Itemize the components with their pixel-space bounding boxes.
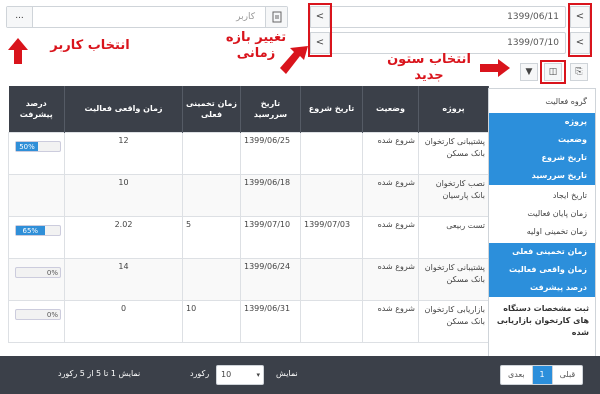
column-menu-item[interactable]: زمان پایان فعالیت — [489, 205, 595, 223]
table-row[interactable]: 0% 0 10 1399/06/31 شروع شده بازاریابی کارتخوا… — [8, 299, 489, 343]
cell-due-date: 1399/06/18 — [240, 173, 301, 217]
cell-actual-time: 2.02 — [64, 215, 183, 259]
cell-project: تست ربیعی — [418, 215, 489, 259]
records-summary: نمایش 1 تا 5 از 5 رکورد — [58, 369, 141, 378]
activity-table: درصد پیشرفت زمان واقعی فعالیت زمان تخمین… — [8, 86, 489, 343]
header-est-time[interactable]: زمان تخمینی فعلی — [182, 86, 241, 132]
cell-due-date: 1399/06/31 — [240, 299, 301, 343]
progress-fill: 65% — [16, 225, 45, 235]
progress-fill: 50% — [16, 141, 38, 151]
cell-status: شروع شده — [362, 299, 419, 343]
cell-project: پشتیبانی کارتخوان بانک مسکن — [418, 257, 489, 301]
cell-est-time — [182, 131, 241, 175]
columns-icon[interactable]: ◫ — [544, 63, 562, 81]
column-menu-item[interactable]: تاریخ شروع — [489, 149, 595, 167]
pagination: بعدی 1 قبلی — [500, 365, 584, 385]
column-menu-item[interactable]: تاریخ ایجاد — [489, 187, 595, 205]
table-row[interactable]: 65% 2.02 5 1399/07/10 1399/07/03 شروع شده تست … — [8, 215, 489, 259]
header-start-date[interactable]: تاریخ شروع — [300, 86, 363, 132]
progress-bar: 50% — [15, 140, 61, 152]
cell-est-time — [182, 257, 241, 301]
arrow-right-icon — [480, 59, 510, 77]
chevron-down-icon: ▾ — [256, 371, 260, 379]
cell-due-date: 1399/06/25 — [240, 131, 301, 175]
user-filter-field[interactable]: ... کاربر — [6, 6, 288, 28]
cell-progress: 50% — [8, 131, 65, 175]
table-row[interactable]: 50% 12 1399/06/25 شروع شده پشتیبانی کارتخوان… — [8, 131, 489, 175]
header-progress[interactable]: درصد پیشرفت — [8, 86, 65, 132]
document-icon — [265, 7, 287, 27]
user-filter-placeholder: کاربر — [236, 12, 255, 22]
date-to-field[interactable]: 1399/07/10 — [330, 32, 566, 54]
cell-due-date: 1399/06/24 — [240, 257, 301, 301]
cell-project: نصب کارتخوان بانک پارسیان — [418, 173, 489, 217]
header-project[interactable]: پروژه — [418, 86, 489, 132]
show-label: نمایش — [276, 369, 298, 378]
column-menu-item[interactable]: زمان واقعی فعالیت — [489, 261, 595, 279]
cell-est-time: 10 — [182, 299, 241, 343]
page-size-value: 10 — [221, 370, 232, 379]
column-menu: گروه فعالیت پروژه وضعیت تاریخ شروع تاریخ سرر… — [488, 88, 596, 358]
table-footer: بعدی 1 قبلی نمایش 10 ▾ رکورد نمایش 1 تا … — [0, 356, 600, 394]
cell-start-date — [300, 131, 363, 175]
header-status[interactable]: وضعیت — [362, 86, 419, 132]
date-prev-highlight — [308, 3, 332, 57]
records-label: رکورد — [190, 369, 210, 378]
progress-label: 0% — [46, 268, 58, 277]
cell-start-date — [300, 257, 363, 301]
pager-current-page[interactable]: 1 — [532, 366, 553, 384]
header-actual-time[interactable]: زمان واقعی فعالیت — [64, 86, 183, 132]
cell-progress: 65% — [8, 215, 65, 259]
column-menu-note: ثبت مشخصات دستگاه های کارتخوان بازاریابی… — [496, 304, 589, 337]
pager-prev-button[interactable]: قبلی — [553, 366, 583, 384]
export-icon[interactable]: ⎘ — [570, 63, 588, 81]
cell-actual-time: 10 — [64, 173, 183, 217]
column-menu-item[interactable]: پروژه — [489, 113, 595, 131]
cell-progress: 0% — [8, 257, 65, 301]
date-from-field[interactable]: 1399/06/11 — [330, 6, 566, 28]
progress-bar: 0% — [15, 308, 61, 320]
annotation-select-user: انتخاب کاربر — [50, 38, 130, 53]
user-more-button[interactable]: ... — [7, 7, 33, 27]
cell-status: شروع شده — [362, 257, 419, 301]
page-size-select[interactable]: 10 ▾ — [216, 365, 264, 385]
date-to-value: 1399/07/10 — [507, 38, 559, 48]
cell-actual-time: 12 — [64, 131, 183, 175]
cell-actual-time: 14 — [64, 257, 183, 301]
cell-est-time — [182, 173, 241, 217]
cell-status: شروع شده — [362, 131, 419, 175]
cell-project: بازاریابی کارتخوان بانک مسکن — [418, 299, 489, 343]
column-menu-item[interactable]: زمان تخمینی فعلی — [489, 243, 595, 261]
arrow-diagonal-icon — [280, 46, 308, 74]
pager-next-button[interactable]: بعدی — [501, 366, 533, 384]
cell-due-date: 1399/07/10 — [240, 215, 301, 259]
cell-start-date: 1399/07/03 — [300, 215, 363, 259]
cell-start-date — [300, 299, 363, 343]
cell-progress — [8, 173, 65, 217]
date-from-value: 1399/06/11 — [507, 12, 559, 22]
table-row[interactable]: 0% 14 1399/06/24 شروع شده پشتیبانی کارتخوان … — [8, 257, 489, 301]
filter-icon[interactable]: ▼ — [520, 63, 538, 81]
cell-start-date — [300, 173, 363, 217]
cell-status: شروع شده — [362, 215, 419, 259]
cell-status: شروع شده — [362, 173, 419, 217]
progress-bar: 65% — [15, 224, 61, 236]
arrow-up-icon — [8, 38, 28, 64]
header-due-date[interactable]: تاریخ سررسید — [240, 86, 301, 132]
column-menu-item[interactable]: درصد پیشرفت — [489, 279, 595, 297]
table-row[interactable]: 10 1399/06/18 شروع شده نصب کارتخوان بانک پا… — [8, 173, 489, 217]
cell-progress: 0% — [8, 299, 65, 343]
cell-project: پشتیبانی کارتخوان بانک مسکن — [418, 131, 489, 175]
column-menu-item[interactable]: تاریخ سررسید — [489, 167, 595, 185]
progress-bar: 0% — [15, 266, 61, 278]
cell-est-time: 5 — [182, 215, 241, 259]
column-menu-item[interactable]: گروه فعالیت — [489, 93, 595, 111]
progress-label: 0% — [46, 310, 58, 319]
cell-actual-time: 0 — [64, 299, 183, 343]
annotation-select-column: انتخاب ستون جدید — [387, 52, 471, 83]
column-menu-item[interactable]: زمان تخمینی اولیه — [489, 223, 595, 241]
date-next-highlight — [568, 3, 592, 57]
column-menu-item[interactable]: وضعیت — [489, 131, 595, 149]
